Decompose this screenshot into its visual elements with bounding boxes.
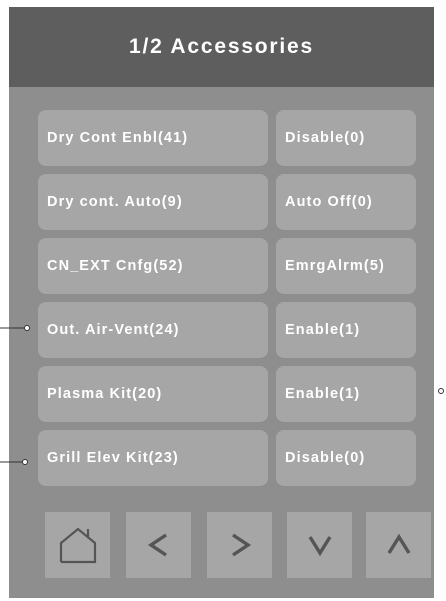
- setting-value-button[interactable]: Disable(0): [276, 430, 416, 486]
- setting-value-button[interactable]: Enable(1): [276, 366, 416, 422]
- setting-name-button[interactable]: Dry cont. Auto(9): [38, 174, 268, 230]
- setting-name-button[interactable]: Grill Elev Kit(23): [38, 430, 268, 486]
- chevron-down-icon: [308, 536, 331, 557]
- setting-name-button[interactable]: CN_EXT Cnfg(52): [38, 238, 268, 294]
- settings-row: Out. Air-Vent(24) Enable(1): [38, 302, 416, 358]
- scroll-down-button[interactable]: [287, 512, 352, 578]
- scroll-up-button[interactable]: [366, 512, 431, 578]
- chevron-left-icon: [147, 533, 167, 557]
- home-button[interactable]: [45, 512, 110, 578]
- setting-name-button[interactable]: Out. Air-Vent(24): [38, 302, 268, 358]
- settings-row: Dry cont. Auto(9) Auto Off(0): [38, 174, 416, 230]
- navigation-bar: [9, 512, 434, 580]
- next-button[interactable]: [207, 512, 272, 578]
- home-icon: [59, 527, 96, 564]
- setting-value-button[interactable]: EmrgAlrm(5): [276, 238, 416, 294]
- setting-name-button[interactable]: Dry Cont Enbl(41): [38, 110, 268, 166]
- settings-grid: Dry Cont Enbl(41) Disable(0) Dry cont. A…: [38, 110, 416, 494]
- chevron-right-icon: [231, 533, 251, 557]
- chevron-up-icon: [387, 533, 410, 554]
- setting-name-button[interactable]: Plasma Kit(20): [38, 366, 268, 422]
- device-screen: 1/2 Accessories Dry Cont Enbl(41) Disabl…: [9, 7, 434, 598]
- setting-value-button[interactable]: Disable(0): [276, 110, 416, 166]
- setting-value-button[interactable]: Enable(1): [276, 302, 416, 358]
- settings-row: Dry Cont Enbl(41) Disable(0): [38, 110, 416, 166]
- settings-row: CN_EXT Cnfg(52) EmrgAlrm(5): [38, 238, 416, 294]
- settings-row: Plasma Kit(20) Enable(1): [38, 366, 416, 422]
- settings-row: Grill Elev Kit(23) Disable(0): [38, 430, 416, 486]
- setting-value-button[interactable]: Auto Off(0): [276, 174, 416, 230]
- page-title: 1/2 Accessories: [128, 35, 314, 58]
- previous-button[interactable]: [126, 512, 191, 578]
- header-bar: 1/2 Accessories: [9, 7, 434, 87]
